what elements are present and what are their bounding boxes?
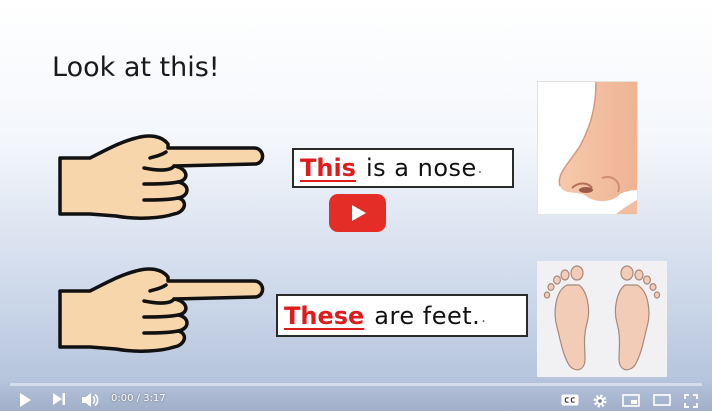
player-controls: 0:00 / 3:17 bbox=[0, 378, 712, 411]
sentence-box: This is a nose . bbox=[292, 148, 514, 188]
time-separator: / bbox=[133, 393, 144, 404]
settings-button[interactable] bbox=[592, 393, 608, 409]
slide-heading: Look at this! bbox=[52, 52, 220, 83]
feet-image bbox=[537, 261, 667, 377]
sentence-keyword: This bbox=[300, 154, 356, 182]
gear-icon bbox=[593, 394, 607, 408]
volume-button[interactable] bbox=[81, 392, 99, 408]
miniplayer-button[interactable] bbox=[622, 394, 640, 407]
next-button[interactable] bbox=[52, 392, 66, 406]
sentence-terminator: . bbox=[481, 310, 486, 326]
play-button[interactable] bbox=[18, 392, 32, 408]
sentence-box: These are feet. . bbox=[276, 294, 528, 337]
nose-image bbox=[537, 81, 638, 215]
big-play-button[interactable] bbox=[329, 194, 386, 232]
fullscreen-button[interactable] bbox=[684, 394, 698, 408]
fullscreen-icon bbox=[684, 394, 698, 408]
pointing-hand-icon bbox=[58, 261, 268, 361]
theater-icon bbox=[653, 394, 671, 406]
time-current: 0:00 bbox=[111, 393, 134, 404]
time-display: 0:00 / 3:17 bbox=[111, 393, 166, 404]
time-total: 3:17 bbox=[143, 393, 166, 404]
sentence-keyword: These bbox=[284, 301, 365, 330]
video-frame[interactable]: Look at this! This is a nose . These are… bbox=[0, 0, 712, 411]
sentence-terminator: . bbox=[477, 161, 483, 177]
captions-button[interactable] bbox=[561, 394, 579, 406]
next-icon bbox=[53, 393, 65, 405]
sentence-text: are feet. bbox=[374, 301, 481, 330]
play-icon bbox=[20, 393, 31, 407]
volume-icon bbox=[82, 393, 99, 407]
cc-icon bbox=[561, 394, 579, 406]
theater-mode-button[interactable] bbox=[653, 394, 671, 406]
pointing-hand-icon bbox=[58, 128, 268, 228]
play-icon bbox=[351, 205, 366, 221]
progress-bar[interactable] bbox=[10, 383, 702, 386]
sentence-text: is a nose bbox=[365, 154, 477, 182]
miniplayer-icon bbox=[622, 394, 640, 407]
